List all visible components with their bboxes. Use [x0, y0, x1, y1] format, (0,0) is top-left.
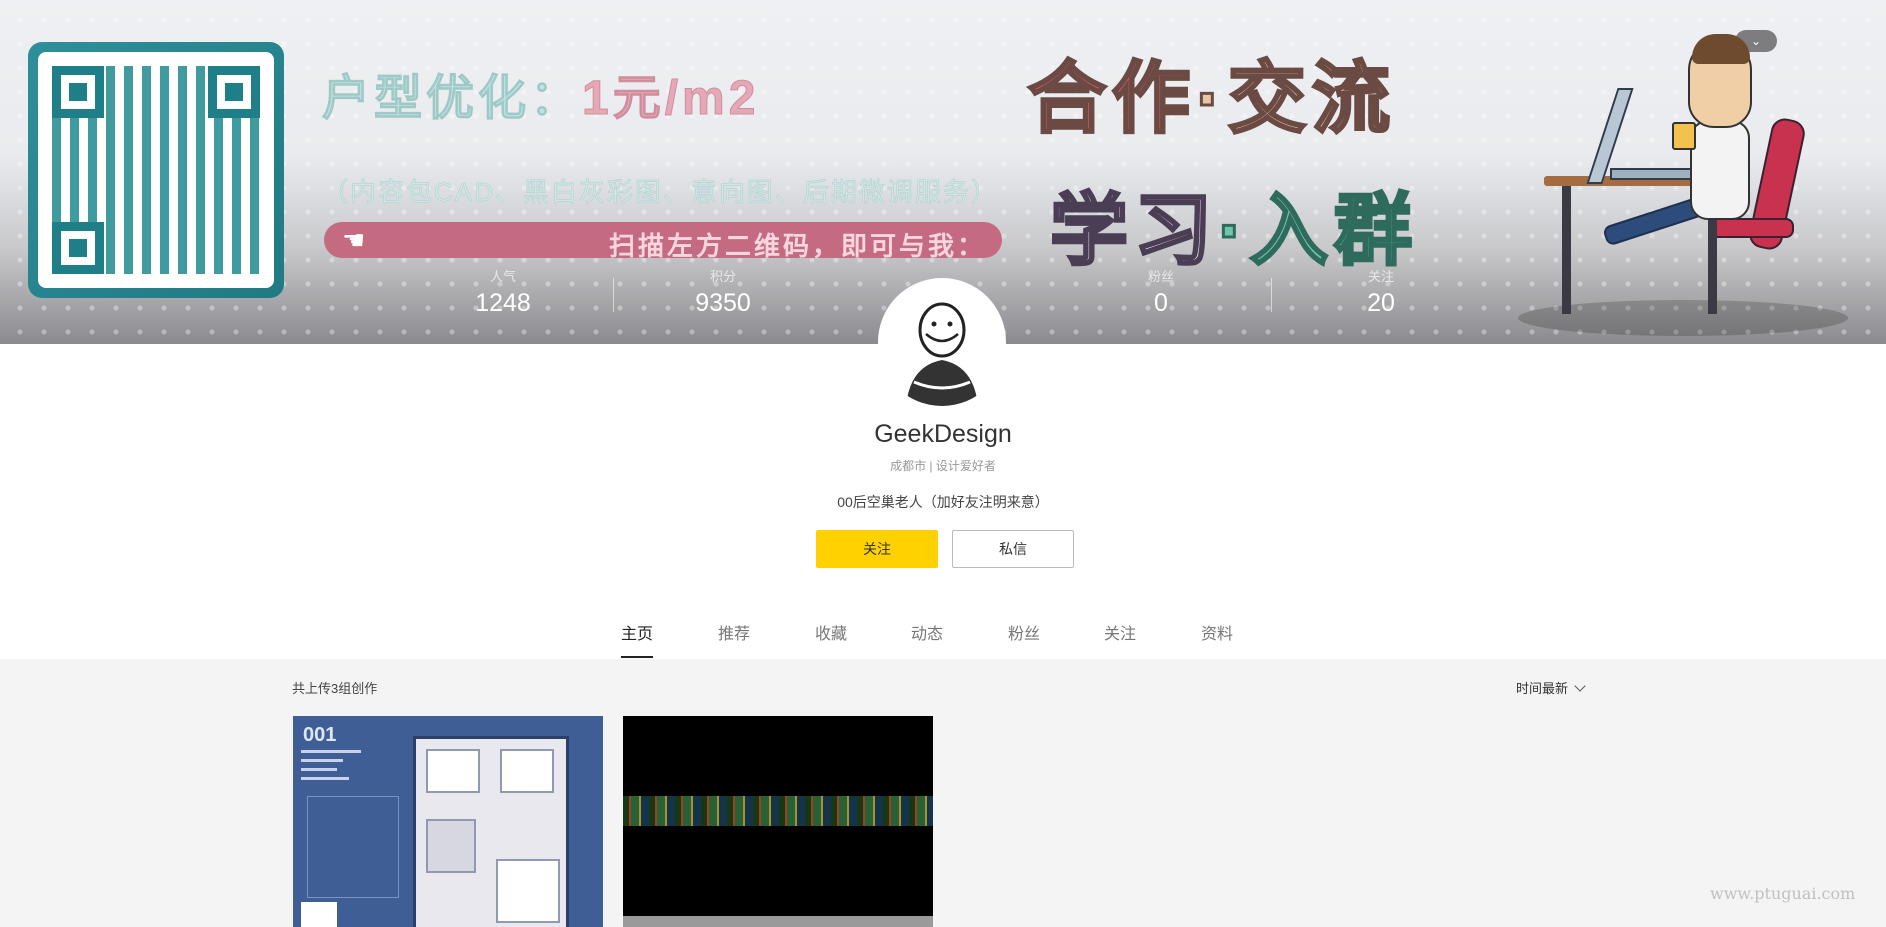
- stat-value: 20: [1367, 289, 1395, 317]
- stat-divider: [613, 278, 614, 312]
- slogan-line-2: 学习·入群: [1048, 185, 1418, 276]
- stat-label: 关注: [1367, 269, 1394, 284]
- stat-label: 人气: [489, 269, 516, 284]
- stat-label: 粉丝: [1147, 269, 1174, 284]
- sort-label: 时间最新: [1516, 681, 1569, 696]
- profile-tabs: 主页 推荐 收藏 动态 粉丝 关注 资料: [0, 620, 1886, 659]
- stat-value: 1248: [475, 289, 531, 317]
- promo-bar-text: 扫描左方二维码，即可与我：: [608, 231, 986, 261]
- work-card-notes: [301, 750, 361, 786]
- avatar[interactable]: [878, 278, 1006, 406]
- stat-divider: [1271, 278, 1272, 312]
- stat-popularity: 人气 1248: [403, 266, 603, 318]
- site-watermark: www.ptuguai.com: [1710, 884, 1856, 903]
- promo-headline: 户型优化：1元/m2: [321, 72, 760, 126]
- cad-drawing-image: [623, 796, 933, 826]
- stat-fans[interactable]: 粉丝 0: [1061, 266, 1261, 318]
- promo-subtitle: （内容包CAD、黑白灰彩图、意向图、后期微调服务）: [322, 177, 999, 208]
- stat-value: 9350: [695, 289, 751, 317]
- user-bio: 00后空巢老人（加好友注明来意）: [837, 494, 1049, 510]
- tab-activity[interactable]: 动态: [897, 620, 957, 644]
- card-qr-code: [301, 902, 337, 927]
- sort-dropdown[interactable]: 时间最新: [1516, 678, 1586, 697]
- stat-value: 0: [1154, 289, 1168, 317]
- desk-illustration: [1510, 30, 1870, 336]
- stat-label: 积分: [709, 269, 736, 284]
- tab-profile-info[interactable]: 资料: [1187, 620, 1247, 644]
- floorplan-sketch: [307, 796, 399, 898]
- work-card[interactable]: [623, 716, 933, 927]
- tab-recommend[interactable]: 推荐: [704, 620, 764, 644]
- stat-points: 积分 9350: [623, 266, 823, 318]
- floorplan-image: [413, 736, 569, 927]
- qr-code-image: [28, 42, 284, 298]
- promo-bar: ☚ 扫描左方二维码，即可与我：: [324, 222, 1002, 261]
- tab-fans[interactable]: 粉丝: [994, 620, 1054, 644]
- tab-following[interactable]: 关注: [1090, 620, 1150, 644]
- tab-favorites[interactable]: 收藏: [801, 620, 861, 644]
- follow-button[interactable]: 关注: [816, 530, 938, 568]
- pointing-hand-icon: ☚: [342, 225, 366, 255]
- slogan-line-1: 合作·交流: [1026, 53, 1396, 144]
- username: GeekDesign: [874, 420, 1012, 448]
- tab-home[interactable]: 主页: [607, 620, 667, 658]
- work-card-title: 001: [303, 724, 337, 746]
- cad-toolbar-strip: [623, 916, 933, 927]
- works-count: 共上传3组创作: [292, 681, 378, 696]
- chevron-down-icon: [1574, 680, 1586, 692]
- work-card[interactable]: 001: [293, 716, 603, 927]
- stat-following[interactable]: 关注 20: [1281, 266, 1481, 318]
- message-button[interactable]: 私信: [952, 530, 1074, 568]
- user-meta: 成都市 | 设计爱好者: [890, 459, 996, 473]
